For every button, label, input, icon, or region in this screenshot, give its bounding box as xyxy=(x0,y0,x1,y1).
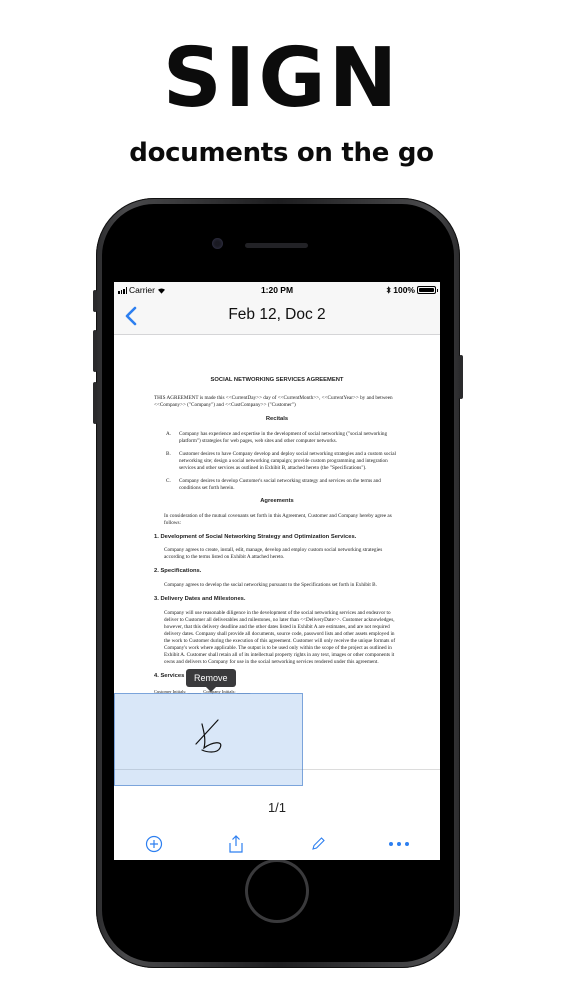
hero-subtitle: documents on the go xyxy=(129,138,434,168)
document-page: SOCIAL NETWORKING SERVICES AGREEMENT THI… xyxy=(154,377,400,695)
signature-drawing[interactable] xyxy=(192,714,228,754)
volume-down-button xyxy=(93,382,97,424)
more-icon xyxy=(389,842,409,846)
plus-circle-icon xyxy=(145,835,163,853)
section-text: Company agrees to develop the social net… xyxy=(164,582,377,589)
agreements-intro: In consideration of the mutual covenants… xyxy=(164,512,392,526)
status-right: 100% xyxy=(386,285,438,295)
share-button[interactable] xyxy=(224,832,248,856)
section-heading: 3. Delivery Dates and Milestones. xyxy=(154,596,246,603)
bottom-toolbar xyxy=(114,830,440,860)
front-camera xyxy=(212,238,223,249)
phone-screen: Carrier 1:20 PM 100% Feb 12, Doc 2 SOCIA… xyxy=(114,282,440,860)
agreement-intro: THIS AGREEMENT is made this <<CurrentDay… xyxy=(154,394,393,408)
recital-item: A. Company has experience and expertise i… xyxy=(166,430,388,444)
pen-icon xyxy=(312,837,325,850)
recital-item: B. Customer desires to have Company devel… xyxy=(166,450,396,471)
section-heading: 2. Specifications. xyxy=(154,568,202,575)
add-button[interactable] xyxy=(142,832,166,856)
battery-percent: 100% xyxy=(393,285,415,295)
bluetooth-icon xyxy=(386,286,391,294)
agreements-heading: Agreements xyxy=(260,497,294,504)
page-indicator: 1/1 xyxy=(267,800,287,815)
earpiece-speaker xyxy=(245,243,308,248)
remove-button[interactable]: Remove xyxy=(186,669,236,692)
document-title: Feb 12, Doc 2 xyxy=(228,306,326,323)
section-text: Company will use reasonable diligence in… xyxy=(164,610,396,666)
section-heading: 1. Development of Social Networking Stra… xyxy=(154,533,357,540)
recital-item: C. Company desires to develop Customer's … xyxy=(166,477,381,491)
battery-icon xyxy=(417,286,438,294)
hero-title: SIGN xyxy=(162,31,401,126)
home-button[interactable] xyxy=(248,862,306,920)
recitals-heading: Recitals xyxy=(265,415,289,422)
volume-up-button xyxy=(93,330,97,372)
more-button[interactable] xyxy=(387,832,411,856)
section-text: Company agrees to create, install, edit,… xyxy=(164,547,383,561)
agreement-title: SOCIAL NETWORKING SERVICES AGREEMENT xyxy=(210,377,344,383)
navigation-bar: Feb 12, Doc 2 xyxy=(114,298,440,335)
mute-switch xyxy=(93,290,97,312)
status-bar: Carrier 1:20 PM 100% xyxy=(114,282,440,298)
share-icon xyxy=(229,835,243,853)
power-button xyxy=(459,355,463,399)
edit-button[interactable] xyxy=(306,832,330,856)
